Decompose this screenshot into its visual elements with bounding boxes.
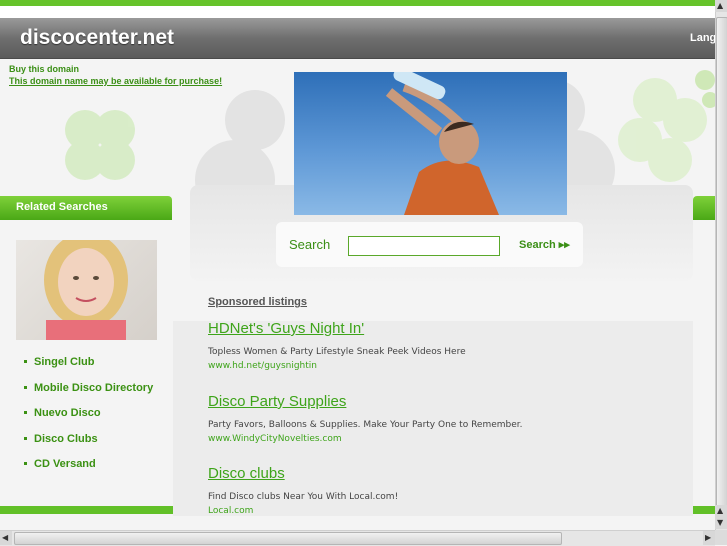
bullet-icon [24, 411, 27, 414]
related-search-item[interactable]: Disco Clubs [24, 433, 153, 459]
scrollbar-corner [715, 530, 727, 545]
search-input[interactable] [348, 236, 500, 256]
listing-url-link[interactable]: Local.com [208, 506, 398, 516]
arrow-down-icon: ▼ [717, 518, 724, 527]
site-title[interactable]: discocenter.net [20, 26, 174, 50]
top-white-band [0, 6, 727, 18]
clover-decoration-right [618, 70, 715, 182]
arrow-right-icon: ▶ [705, 533, 712, 542]
listing-url-link[interactable]: www.WindyCityNovelties.com [208, 434, 523, 444]
bottom-accent-left [0, 506, 173, 514]
bullet-icon [24, 385, 27, 389]
search-panel: Search Search ▸▸ [276, 222, 583, 267]
listing-description: Find Disco clubs Near You With Local.com… [208, 492, 399, 502]
scroll-up-button[interactable]: ▲ [715, 0, 727, 12]
sponsored-listings-heading: Sponsored listings [208, 296, 308, 308]
woman-portrait-image [16, 240, 157, 340]
related-search-item[interactable]: Nuevo Disco [24, 407, 153, 433]
right-panel-tab [693, 196, 715, 220]
listing-title-link[interactable]: Disco Party Supplies [208, 393, 523, 410]
arrow-up-icon: ▲ [717, 506, 724, 515]
search-label: Search [289, 237, 331, 252]
bottom-accent-right [693, 506, 715, 514]
buy-domain-link[interactable]: Buy this domain [9, 64, 79, 74]
related-search-item[interactable]: Mobile Disco Directory [24, 382, 153, 408]
domain-available-link[interactable]: This domain name may be available for pu… [9, 76, 222, 86]
arrow-left-icon: ◀ [2, 533, 9, 542]
related-searches-list: Singel Club Mobile Disco Directory Nuevo… [24, 356, 153, 484]
sponsored-listing: Disco Party Supplies Party Favors, Ballo… [208, 393, 523, 444]
bullet-icon [24, 360, 27, 363]
vertical-scroll-thumb[interactable] [716, 17, 727, 509]
bullet-icon [24, 462, 27, 465]
related-searches-header: Related Searches [0, 196, 172, 220]
language-selector[interactable]: Lang [690, 32, 716, 44]
listing-title-link[interactable]: HDNet's 'Guys Night In' [208, 320, 466, 337]
sponsored-listing: HDNet's 'Guys Night In' Topless Women & … [208, 320, 466, 371]
header-bar: discocenter.net Lang [0, 18, 716, 59]
sponsored-listing: Disco clubs Find Disco clubs Near You Wi… [208, 465, 398, 516]
bullet-icon [24, 436, 27, 440]
listing-title-link[interactable]: Disco clubs [208, 465, 398, 482]
listing-url-link[interactable]: www.hd.net/guysnightin [208, 361, 466, 371]
related-searches-title: Related Searches [16, 201, 108, 213]
hero-image [294, 72, 567, 215]
related-search-item[interactable]: Singel Club [24, 356, 153, 382]
related-search-item[interactable]: CD Versand [24, 458, 153, 484]
scroll-down-button[interactable]: ▼ [715, 517, 727, 529]
search-button[interactable]: Search ▸▸ [519, 238, 570, 251]
scroll-right-button[interactable]: ▶ [703, 531, 715, 545]
listing-description: Party Favors, Balloons & Supplies. Make … [208, 420, 523, 430]
horizontal-scroll-thumb[interactable] [14, 532, 562, 545]
clover-decoration-left [65, 110, 135, 180]
listing-description: Topless Women & Party Lifestyle Sneak Pe… [208, 347, 466, 357]
scroll-up-button-secondary[interactable]: ▲ [715, 505, 727, 517]
scroll-left-button[interactable]: ◀ [0, 531, 12, 545]
arrow-up-icon: ▲ [717, 1, 724, 10]
